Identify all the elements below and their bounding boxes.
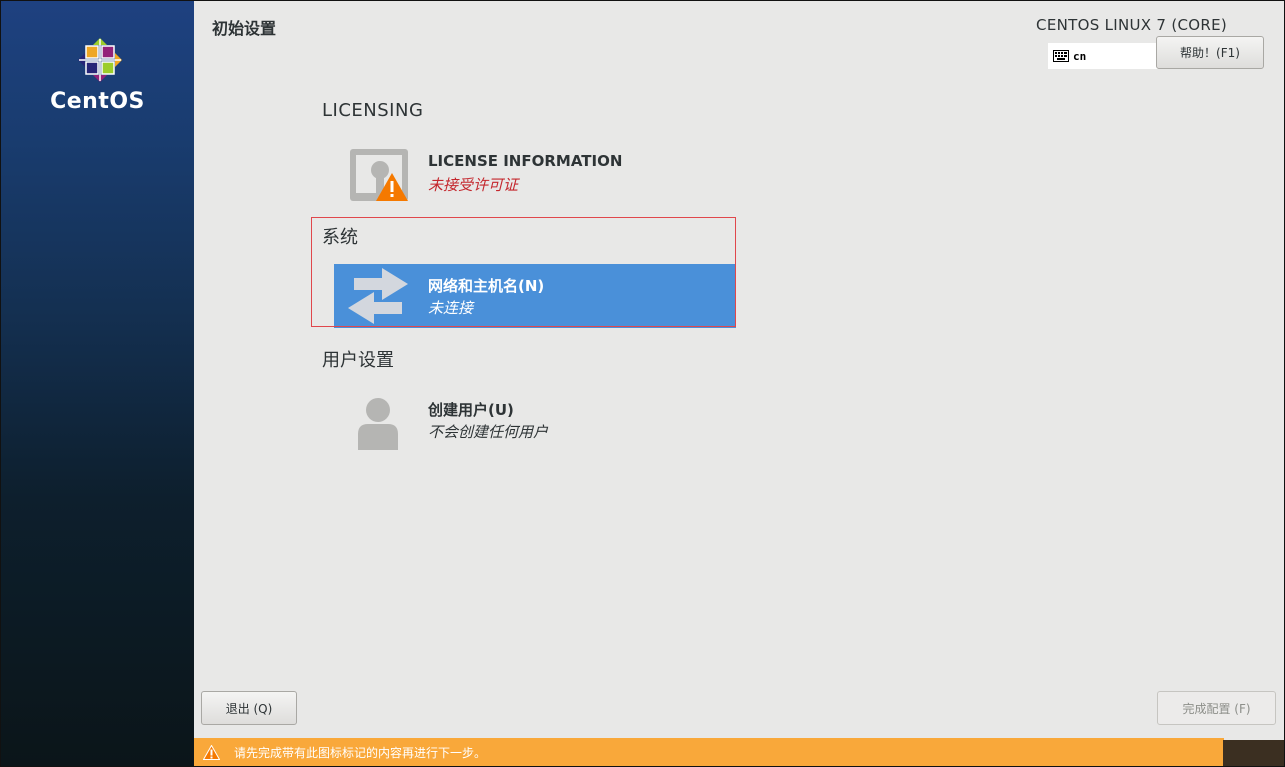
spoke-title: 创建用户(U) xyxy=(428,401,514,419)
warning-icon xyxy=(203,744,220,760)
centos-logo-icon xyxy=(78,38,122,82)
sidebar: CentOS xyxy=(1,1,194,766)
brand-text: CentOS xyxy=(50,89,145,114)
warning-bar: 请先完成带有此图标标记的内容再进行下一步。 xyxy=(194,738,1224,766)
spoke-title: LICENSE INFORMATION xyxy=(428,152,623,170)
corner-background xyxy=(1223,740,1284,766)
help-button[interactable]: 帮助！(F1) xyxy=(1156,36,1264,69)
spoke-license-information[interactable]: LICENSE INFORMATION 未接受许可证 xyxy=(334,141,736,205)
finish-configuration-button[interactable]: 完成配置 (F) xyxy=(1157,691,1276,725)
quit-button[interactable]: 退出 (Q) xyxy=(201,691,297,725)
keyboard-layout-label: cn xyxy=(1073,49,1087,63)
warning-message: 请先完成带有此图标标记的内容再进行下一步。 xyxy=(234,745,487,760)
spoke-create-user[interactable]: 创建用户(U) 不会创建任何用户 xyxy=(334,388,736,452)
network-arrows-icon xyxy=(348,268,408,324)
spoke-status: 不会创建任何用户 xyxy=(428,423,549,441)
user-icon xyxy=(358,398,398,450)
initial-setup-window: CentOS 初始设置 CENTOS LINUX 7 (CORE) cn 帮助！… xyxy=(0,0,1285,767)
product-name: CENTOS LINUX 7 (CORE) xyxy=(1036,16,1227,34)
keyboard-layout-indicator[interactable]: cn xyxy=(1048,43,1158,69)
spoke-status: 未连接 xyxy=(428,299,474,317)
keyboard-icon xyxy=(1053,50,1069,62)
section-title-user-settings: 用户设置 xyxy=(322,350,394,371)
page-title: 初始设置 xyxy=(212,19,277,38)
spoke-network-hostname[interactable]: 网络和主机名(N) 未连接 xyxy=(334,264,736,328)
section-title-system: 系统 xyxy=(322,227,358,248)
license-warning-icon xyxy=(350,149,408,201)
section-title-licensing: LICENSING xyxy=(322,100,424,121)
spoke-title: 网络和主机名(N) xyxy=(428,277,545,295)
spoke-status: 未接受许可证 xyxy=(428,176,519,194)
